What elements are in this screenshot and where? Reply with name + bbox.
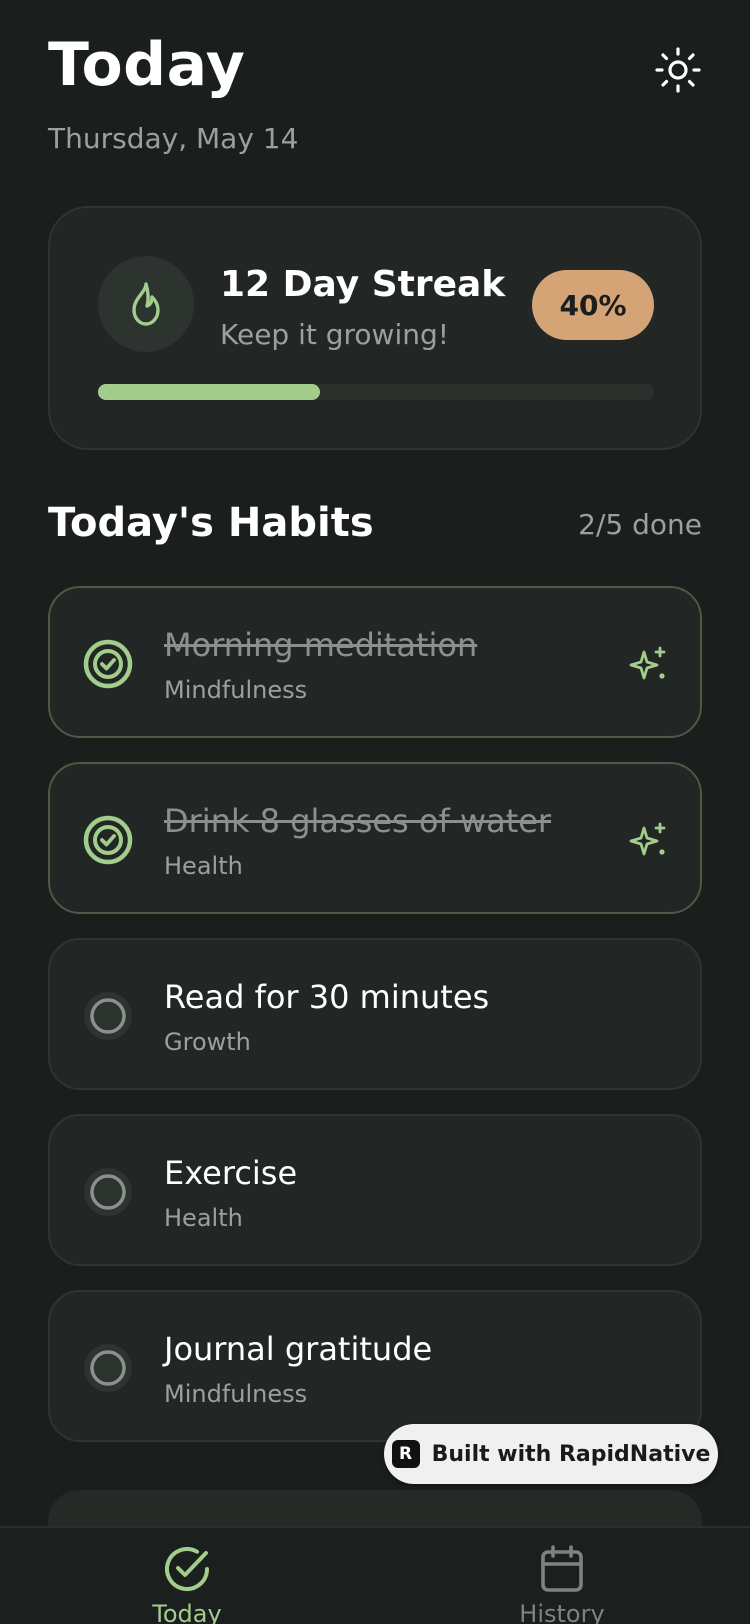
habit-category: Mindfulness: [164, 676, 308, 704]
habit-name: Exercise: [164, 1154, 298, 1192]
habit-card[interactable]: Read for 30 minutes Growth: [48, 938, 702, 1090]
habit-checkbox[interactable]: [82, 1166, 134, 1218]
progress-percent-badge: 40%: [532, 270, 654, 340]
check-circle-icon: [83, 815, 133, 865]
sun-icon: [655, 47, 701, 93]
habit-checkbox[interactable]: [82, 990, 134, 1042]
sparkles-icon: [629, 822, 666, 856]
habit-card[interactable]: Journal gratitude Mindfulness: [48, 1290, 702, 1442]
built-with-badge[interactable]: R Built with RapidNative: [384, 1424, 718, 1484]
rapidnative-logo-icon: R: [391, 1440, 420, 1468]
habit-name: Drink 8 glasses of water: [164, 802, 552, 840]
tab-today[interactable]: Today: [97, 1544, 277, 1624]
flame-icon: [132, 282, 160, 326]
habit-checkbox[interactable]: [82, 814, 134, 866]
habit-name: Morning meditation: [164, 626, 478, 664]
empty-circle-icon: [84, 1168, 132, 1216]
today-screen: Today Thursday, May 14 12 Day Streak Kee…: [0, 0, 750, 1624]
empty-circle-icon: [84, 992, 132, 1040]
tab-history[interactable]: History: [472, 1544, 652, 1624]
tab-history-label: History: [519, 1600, 605, 1624]
habit-card[interactable]: Drink 8 glasses of water Health: [48, 762, 702, 914]
progress-fill: [98, 384, 321, 400]
habit-name: Journal gratitude: [164, 1330, 433, 1368]
theme-toggle-button[interactable]: [650, 42, 706, 98]
habit-checkbox[interactable]: [82, 638, 134, 690]
page-title: Today: [48, 30, 246, 100]
habit-card[interactable]: Exercise Health: [48, 1114, 702, 1266]
calendar-icon: [541, 1545, 583, 1592]
habit-category: Mindfulness: [164, 1380, 308, 1408]
habit-category: Health: [164, 1204, 243, 1232]
empty-circle-icon: [84, 1344, 132, 1392]
built-with-label: Built with RapidNative: [431, 1441, 711, 1467]
streak-title: 12 Day Streak: [220, 264, 506, 305]
habit-category: Health: [164, 852, 243, 880]
check-circle-icon: [83, 639, 133, 689]
habit-card[interactable]: Morning meditation Mindfulness: [48, 586, 702, 738]
page-date: Thursday, May 14: [48, 122, 299, 155]
tab-today-label: Today: [152, 1600, 222, 1624]
progress-track: [98, 384, 654, 400]
streak-card: 12 Day Streak Keep it growing! 40%: [48, 206, 702, 450]
sparkles-icon: [629, 646, 666, 680]
bottom-tab-bar: Today History: [0, 1526, 750, 1624]
habit-category: Growth: [164, 1028, 251, 1056]
habits-done-count: 2/5 done: [578, 508, 702, 541]
habit-checkbox[interactable]: [82, 1342, 134, 1394]
check-circle-icon: [165, 1547, 209, 1591]
habits-section-title: Today's Habits: [48, 500, 374, 546]
habit-name: Read for 30 minutes: [164, 978, 490, 1016]
streak-icon-container: [98, 256, 194, 352]
streak-subtitle: Keep it growing!: [220, 318, 449, 351]
